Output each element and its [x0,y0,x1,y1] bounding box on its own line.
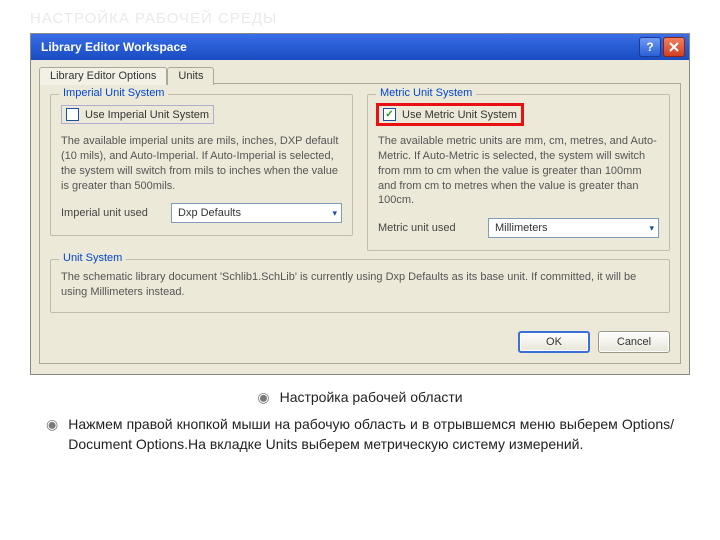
titlebar: Library Editor Workspace ? [31,34,689,60]
metric-unit-label: Metric unit used [378,222,478,234]
tab-strip: Library Editor Options Units [39,66,681,84]
unit-system-text: The schematic library document 'Schlib1.… [61,270,659,300]
imperial-checkbox-label: Use Imperial Unit System [85,109,209,121]
chevron-down-icon: ▾ [649,223,654,234]
use-imperial-row[interactable]: Use Imperial Unit System [61,105,214,124]
bullet-1-text: Настройка рабочей области [280,387,463,408]
unit-system-legend: Unit System [59,252,126,264]
dialog-screenshot: Library Editor Workspace ? Library Edito… [30,33,690,375]
button-row: OK Cancel [50,321,670,353]
imperial-checkbox[interactable] [66,108,79,121]
metric-desc: The available metric units are mm, cm, m… [378,134,659,208]
bullet-2-text: Нажмем правой кнопкой мыши на рабочую об… [68,414,674,455]
metric-group: Metric Unit System ✓ Use Metric Unit Sys… [367,94,670,251]
bullet-1: ◉ Настройка рабочей области [46,387,674,408]
tab-units[interactable]: Units [167,67,214,85]
tab-panel-units: Imperial Unit System Use Imperial Unit S… [39,83,681,364]
unit-system-group: Unit System The schematic library docume… [50,259,670,313]
bullet-marker-icon: ◉ [257,387,269,408]
imperial-desc: The available imperial units are mils, i… [61,134,342,193]
use-metric-row[interactable]: ✓ Use Metric Unit System [378,105,522,124]
dialog-body: Library Editor Options Units Imperial Un… [31,60,689,374]
close-button[interactable] [663,37,685,57]
metric-unit-select[interactable]: Millimeters ▾ [488,218,659,238]
window-title: Library Editor Workspace [41,40,187,54]
cancel-button[interactable]: Cancel [598,331,670,353]
metric-unit-value: Millimeters [495,222,548,234]
chevron-down-icon: ▾ [332,208,337,219]
imperial-group: Imperial Unit System Use Imperial Unit S… [50,94,353,236]
slide-title: НАСТРОЙКА РАБОЧЕЙ СРЕДЫ [0,0,720,33]
help-button[interactable]: ? [639,37,661,57]
imperial-unit-select[interactable]: Dxp Defaults ▾ [171,203,342,223]
slide-body: ◉ Настройка рабочей области ◉ Нажмем пра… [0,383,720,455]
tab-library-editor-options[interactable]: Library Editor Options [39,67,167,85]
metric-legend: Metric Unit System [376,87,476,99]
metric-checkbox-label: Use Metric Unit System [402,109,517,121]
imperial-unit-value: Dxp Defaults [178,207,241,219]
ok-button[interactable]: OK [518,331,590,353]
imperial-legend: Imperial Unit System [59,87,168,99]
metric-checkbox[interactable]: ✓ [383,108,396,121]
imperial-unit-label: Imperial unit used [61,207,161,219]
bullet-marker-icon: ◉ [46,414,58,455]
bullet-2: ◉ Нажмем правой кнопкой мыши на рабочую … [46,414,674,455]
